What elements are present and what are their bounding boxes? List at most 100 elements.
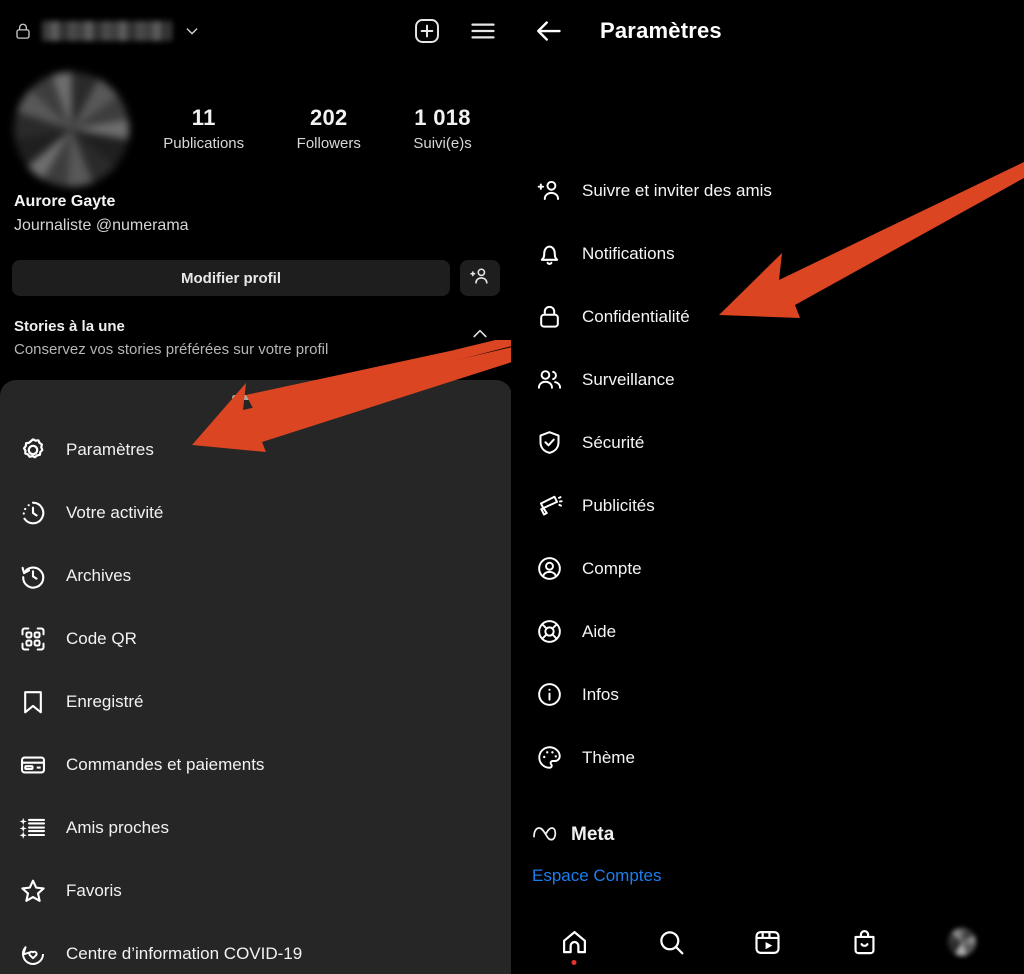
settings-item-label: Surveillance [582,369,675,389]
settings-item-securite[interactable]: Sécurité [512,411,1024,474]
profile-bio: Aurore Gayte Journaliste @numerama [14,193,414,235]
profile-display-name: Aurore Gayte [14,193,116,210]
chevron-up-icon[interactable] [470,324,490,349]
shop-bag-icon[interactable] [848,925,882,959]
sheet-item-favoris[interactable]: Favoris [0,859,512,922]
sheet-item-label: Votre activité [66,502,164,522]
stories-subtitle: Conservez vos stories préférées sur votr… [14,341,329,358]
megaphone-icon [532,489,566,523]
sheet-item-label: Code QR [66,628,137,648]
profile-screen-panel: 11 Publications 202 Followers 1 018 Suiv… [0,0,512,974]
home-icon[interactable] [557,925,591,965]
settings-item-compte[interactable]: Compte [512,537,1024,600]
hamburger-menu-icon[interactable] [468,16,498,46]
meta-label: Meta [571,824,615,845]
settings-item-notifications[interactable]: Notifications [512,222,1024,285]
sheet-item-covid-info[interactable]: Centre d’information COVID-19 [0,922,512,974]
settings-item-label: Notifications [582,243,675,263]
palette-icon [532,741,566,775]
create-post-icon[interactable] [412,16,442,46]
stat-publications[interactable]: 11 Publications [163,104,244,152]
settings-item-label: Publicités [582,495,655,515]
stat-following[interactable]: 1 018 Suivi(e)s [413,104,471,152]
topbar-actions [412,16,498,46]
credit-card-icon [16,748,50,782]
search-icon[interactable] [654,925,688,959]
settings-item-theme[interactable]: Thème [512,726,1024,789]
shield-check-icon [532,426,566,460]
stat-label: Suivi(e)s [413,134,472,152]
settings-screen-panel: Paramètres Rechercher [512,0,1024,974]
settings-item-label: Compte [582,558,642,578]
sheet-item-archives[interactable]: Archives [0,544,512,607]
stat-value: 11 [191,105,216,130]
meta-infinity-icon [532,825,562,846]
sheet-item-enregistre[interactable]: Enregistré [0,670,512,733]
qr-code-icon [16,622,50,656]
accounts-center-link[interactable]: Espace Comptes [532,866,661,886]
add-person-icon [532,174,566,208]
sheet-item-parametres[interactable]: Paramètres [0,418,512,481]
profile-bottom-sheet: Paramètres Votre activité Archives Code … [0,380,512,974]
bottom-navigation-bar [512,910,1024,974]
sheet-item-code-qr[interactable]: Code QR [0,607,512,670]
sheet-drag-handle[interactable] [232,395,280,400]
back-arrow-icon[interactable] [526,8,572,54]
settings-item-confidentialite[interactable]: Confidentialité [512,285,1024,348]
sheet-item-label: Enregistré [66,691,144,711]
activity-clock-icon [16,496,50,530]
panel-divider [511,0,512,974]
sheet-item-votre-activite[interactable]: Votre activité [0,481,512,544]
close-friends-list-icon [16,811,50,845]
settings-item-infos[interactable]: Infos [512,663,1024,726]
settings-item-label: Thème [582,747,635,767]
star-icon [16,874,50,908]
sheet-item-label: Commandes et paiements [66,754,265,774]
chevron-down-icon[interactable] [184,23,200,39]
sheet-item-label: Centre d’information COVID-19 [66,943,303,963]
avatar[interactable] [14,72,129,187]
add-person-icon [469,265,491,292]
settings-menu-list: Suivre et inviter des amis Notifications [512,159,1024,789]
sheet-item-commandes-paiements[interactable]: Commandes et paiements [0,733,512,796]
sheet-item-amis-proches[interactable]: Amis proches [0,796,512,859]
bookmark-icon [16,685,50,719]
profile-bio-text: Journaliste @numerama [14,217,189,234]
settings-item-label: Infos [582,684,619,704]
stat-value: 1 018 [414,105,471,130]
notification-dot [571,960,577,965]
profile-summary-row: 11 Publications 202 Followers 1 018 Suiv… [14,72,498,187]
username-redacted[interactable] [42,21,172,41]
settings-item-surveillance[interactable]: Surveillance [512,348,1024,411]
gear-icon [16,433,50,467]
settings-item-publicites[interactable]: Publicités [512,474,1024,537]
settings-item-aide[interactable]: Aide [512,600,1024,663]
sheet-item-label: Amis proches [66,817,169,837]
stat-followers[interactable]: 202 Followers [297,104,361,152]
sheet-item-label: Archives [66,565,132,585]
stories-title: Stories à la une [14,318,125,335]
covid-heart-icon [16,937,50,971]
sheet-menu-list: Paramètres Votre activité Archives Code … [0,418,512,974]
app-screenshot: 11 Publications 202 Followers 1 018 Suiv… [0,0,1024,974]
edit-profile-button[interactable]: Modifier profil [12,260,450,296]
stat-label: Publications [163,134,245,152]
archive-history-icon [16,559,50,593]
lock-icon [532,300,566,334]
lock-icon [14,20,32,42]
profile-avatar-icon[interactable] [945,925,979,959]
reels-icon[interactable] [751,925,785,959]
profile-action-row: Modifier profil [12,260,500,296]
add-person-button[interactable] [460,260,500,296]
people-icon [532,363,566,397]
profile-topbar [0,0,512,62]
settings-item-label: Aide [582,621,617,641]
settings-item-label: Sécurité [582,432,645,452]
avatar [947,928,976,956]
lifebuoy-icon [532,615,566,649]
settings-item-suivre-inviter[interactable]: Suivre et inviter des amis [512,159,1024,222]
meta-branding: Meta [532,824,614,846]
sheet-item-label: Favoris [66,880,122,900]
page-title: Paramètres [600,18,722,43]
settings-item-label: Suivre et inviter des amis [582,180,772,200]
